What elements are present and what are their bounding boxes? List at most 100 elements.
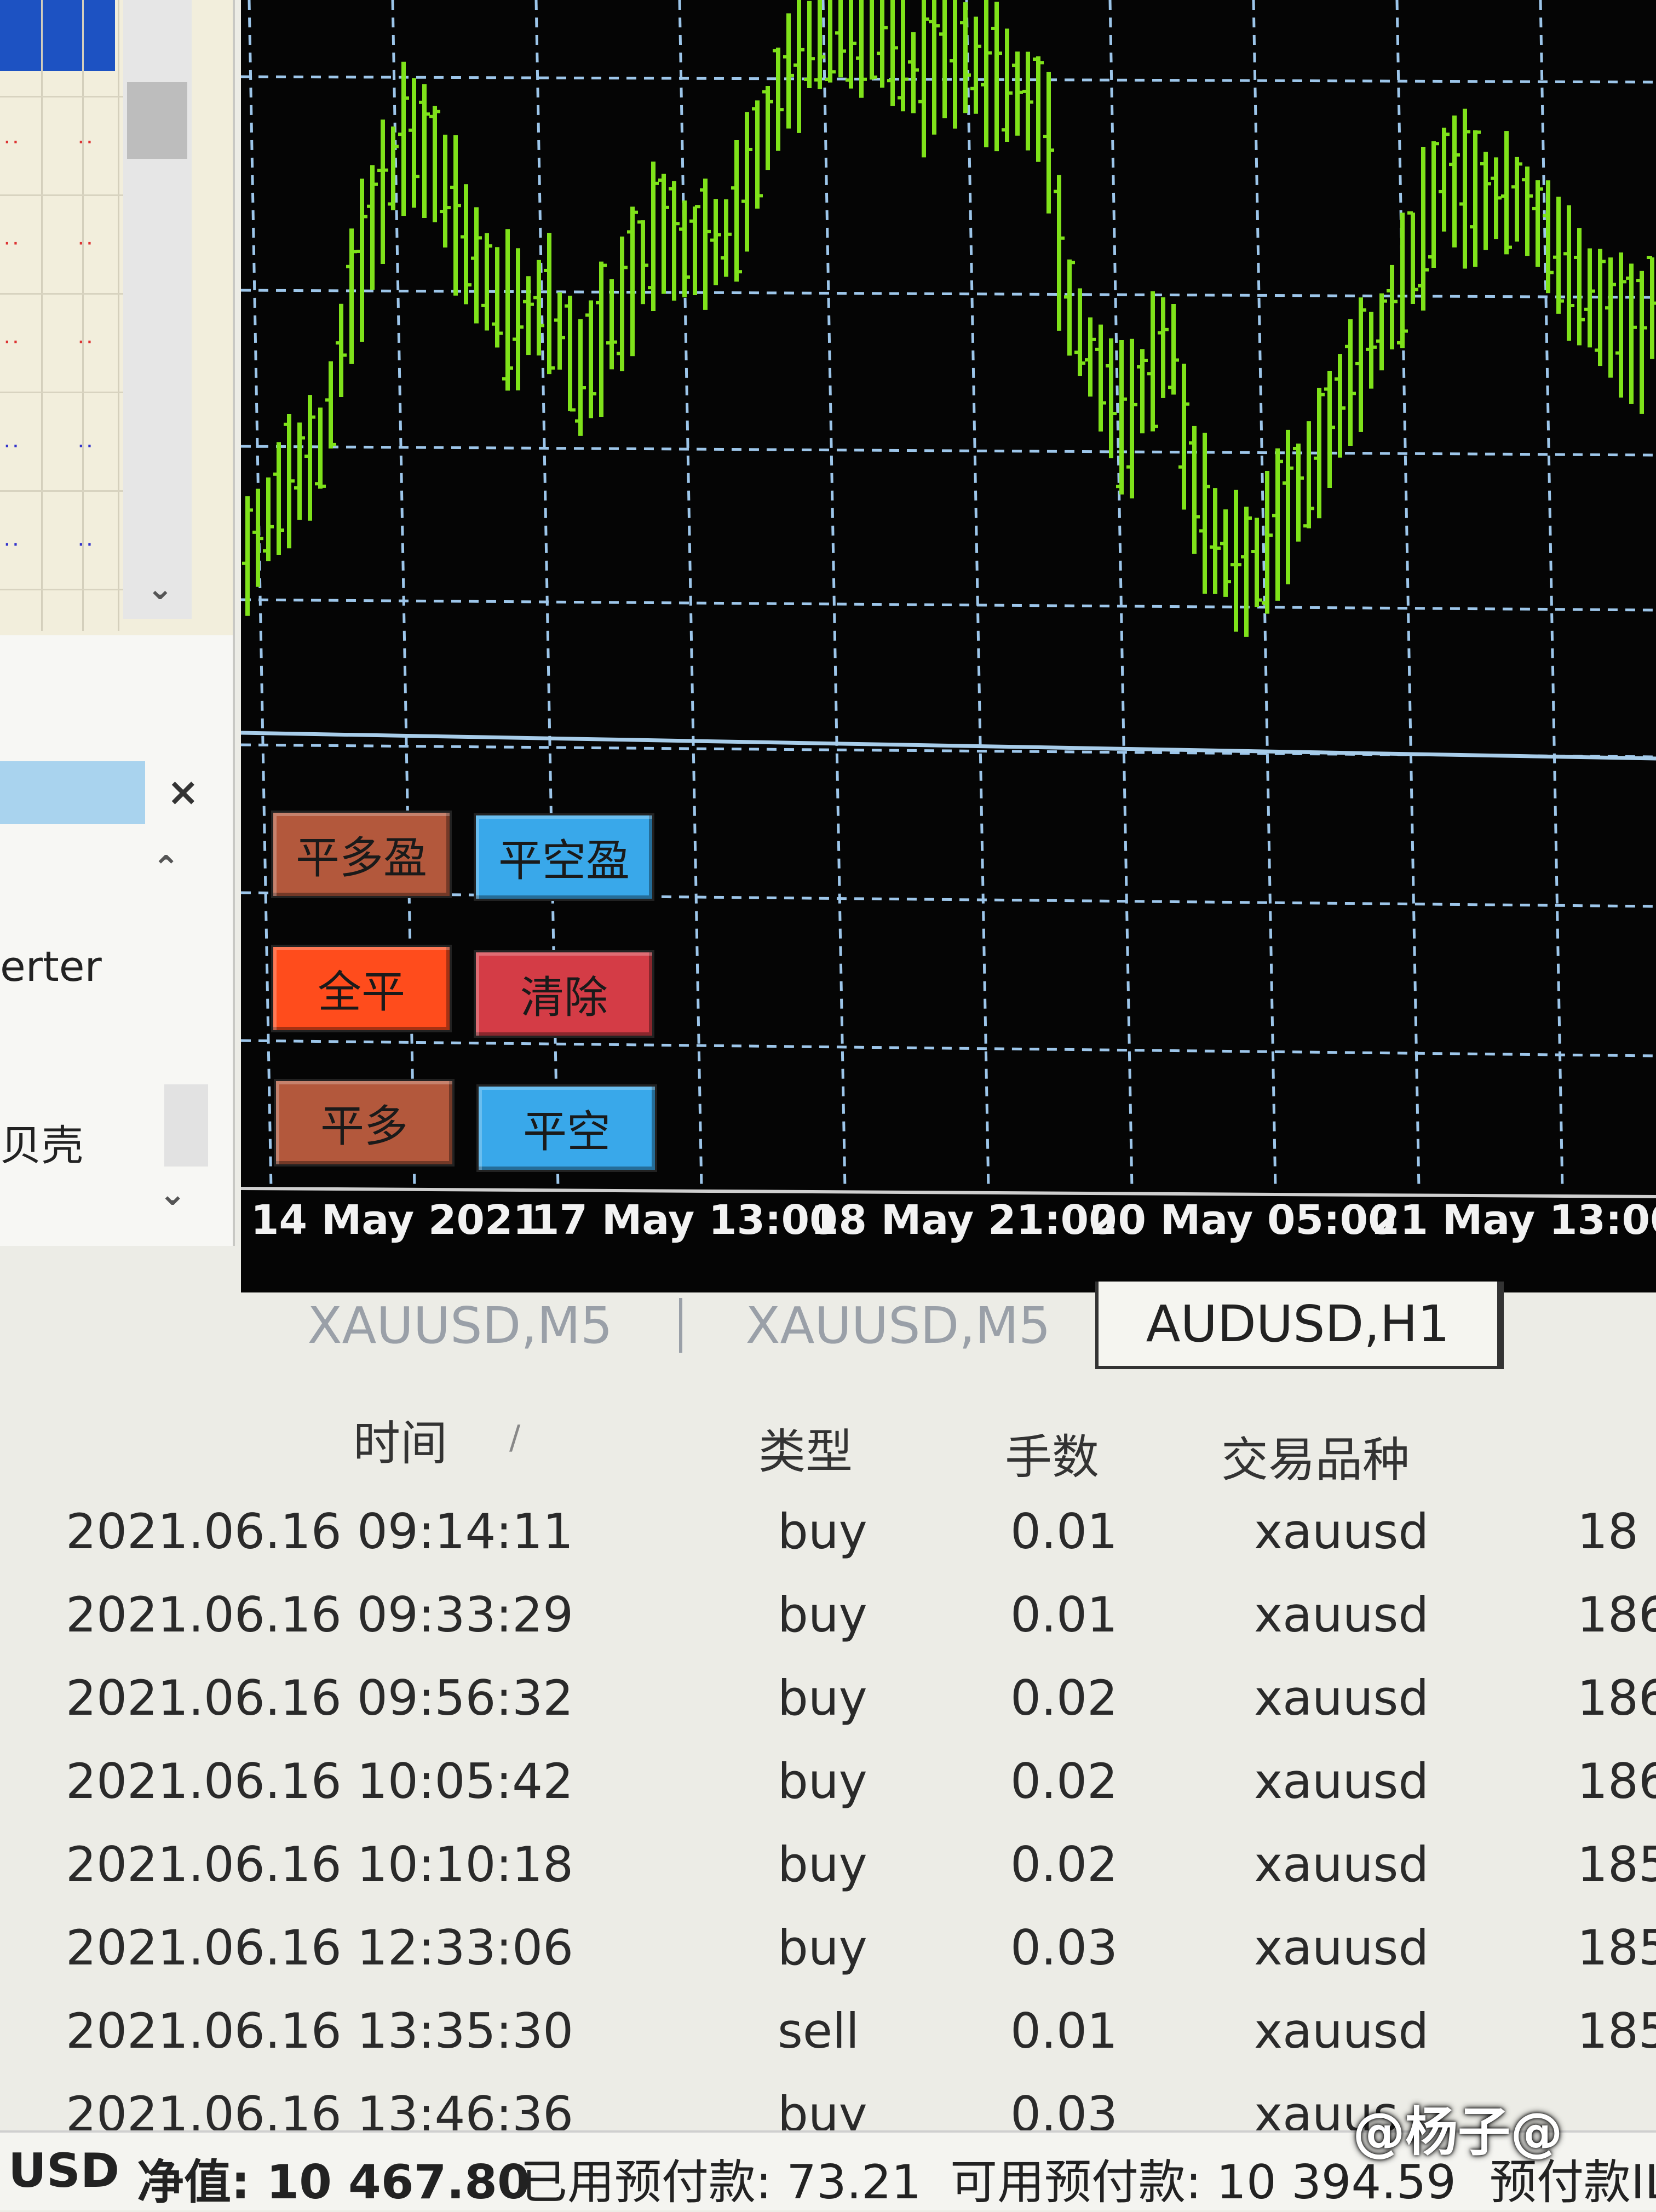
price-bar: [1418, 146, 1429, 311]
price-bar: [1178, 364, 1189, 510]
price-chart[interactable]: 平多盈 平空盈 全平 清除 平多 平空 14 May 2021 17 May 1…: [241, 0, 1656, 1292]
cell-price: 1857: [1577, 2003, 1656, 2059]
price-bar: [1137, 349, 1148, 434]
close-all-button[interactable]: 全平: [271, 945, 452, 1032]
cell-lots: 0.02: [1010, 1836, 1118, 1893]
price-bar: [252, 489, 263, 587]
chevron-down-icon[interactable]: ⌄: [159, 1175, 186, 1213]
table-row[interactable]: 2021.06.16 09:14:11 buy 0.01 xauusd 18: [0, 1503, 1656, 1585]
grid-line-vertical: [1395, 0, 1421, 1189]
price-bar: [689, 205, 700, 295]
price-bar: [1324, 370, 1335, 488]
grid-line-horizontal: [241, 1039, 1656, 1058]
tab-divider: [679, 1298, 682, 1353]
column-header-lots[interactable]: 手数: [1005, 1418, 1099, 1487]
close-short-button[interactable]: 平空: [476, 1084, 657, 1172]
price-bar: [357, 179, 367, 342]
time-axis-label: 18 May 21:00: [810, 1197, 1117, 1244]
price-bar: [1335, 354, 1346, 458]
price-bar: [700, 179, 711, 310]
grid-line-vertical: [248, 0, 273, 1189]
cell-price: 1858: [1577, 1920, 1656, 1976]
chevron-down-icon[interactable]: ⌄: [147, 570, 174, 607]
watermark-text: @杨子@: [1353, 2101, 1563, 2163]
price-bar: [1491, 157, 1502, 239]
table-row[interactable]: 2021.06.16 10:05:42 buy 0.02 xauusd 186: [0, 1753, 1656, 1835]
navigator-item-label[interactable]: erter: [0, 942, 102, 991]
grid-row-line: [0, 392, 123, 393]
price-bar: [502, 229, 513, 391]
price-bar: [1407, 211, 1418, 304]
price-bar: [471, 207, 482, 324]
price-bar: [1439, 128, 1450, 232]
grid-row-line: [0, 96, 123, 97]
tab-xauusd-m5-1[interactable]: XAUUSD,M5: [241, 1282, 679, 1369]
table-row[interactable]: 2021.06.16 12:33:06 buy 0.03 xauusd 1858: [0, 1920, 1656, 2002]
price-cell-marker: ··: [3, 235, 20, 252]
price-bar: [1251, 518, 1262, 607]
price-bar: [1241, 507, 1252, 637]
price-bar: [1595, 249, 1606, 366]
price-bar: [825, 0, 836, 83]
column-header-symbol[interactable]: 交易品种: [1221, 1421, 1410, 1490]
price-bar: [1033, 56, 1044, 162]
time-axis-label: 17 May 13:00: [531, 1197, 838, 1244]
grid-column-line: [41, 0, 43, 631]
navigator-scroll-thumb[interactable]: [164, 1084, 208, 1167]
table-row[interactable]: 2021.06.16 13:35:30 sell 0.01 xauusd 1857: [0, 2003, 1656, 2085]
price-bar: [762, 86, 773, 170]
close-short-profit-button[interactable]: 平空盈: [474, 813, 654, 901]
price-bar: [419, 84, 430, 219]
navigator-item-label[interactable]: 贝壳: [0, 1112, 83, 1172]
price-bar: [1147, 291, 1158, 432]
table-row[interactable]: 2021.06.16 09:56:32 buy 0.02 xauusd 186: [0, 1670, 1656, 1752]
clear-button[interactable]: 清除: [474, 950, 654, 1038]
tab-xauusd-m5-2[interactable]: XAUUSD,M5: [690, 1282, 1106, 1369]
price-bar: [1126, 338, 1137, 499]
price-bar: [273, 442, 284, 555]
price-bar: [554, 292, 565, 370]
market-watch-scroll-thumb[interactable]: [127, 82, 187, 159]
grid-row-line: [0, 194, 123, 196]
cell-symbol: xauusd: [1254, 2003, 1429, 2059]
price-bar: [1605, 257, 1616, 378]
price-bar: [835, 0, 846, 78]
price-bar: [679, 200, 690, 297]
tab-audusd-h1[interactable]: AUDUSD,H1: [1095, 1282, 1500, 1369]
time-axis-line: [241, 1187, 1656, 1198]
price-bar: [898, 0, 909, 112]
table-row[interactable]: 2021.06.16 10:10:18 buy 0.02 xauusd 1858: [0, 1836, 1656, 1918]
price-bar: [242, 496, 253, 616]
time-axis-label: 14 May 2021: [251, 1197, 541, 1244]
time-axis-label: 20 May 05:00: [1090, 1197, 1396, 1244]
price-bar: [513, 248, 524, 390]
cell-lots: 0.03: [1010, 1920, 1118, 1976]
column-header-type[interactable]: 类型: [758, 1413, 853, 1481]
price-bar: [336, 303, 347, 398]
price-cell-marker: ··: [77, 235, 94, 252]
price-bar: [1647, 256, 1656, 359]
price-bar: [1397, 212, 1408, 348]
close-icon[interactable]: ×: [167, 769, 199, 814]
chevron-up-icon[interactable]: ⌃: [152, 849, 180, 887]
price-bar: [981, 0, 992, 148]
price-bar: [1501, 131, 1512, 255]
price-bar: [1116, 340, 1127, 495]
price-bar: [887, 0, 898, 106]
table-row[interactable]: 2021.06.16 09:33:29 buy 0.01 xauusd 186: [0, 1587, 1656, 1669]
grid-line-horizontal: [241, 289, 1656, 299]
cell-type: buy: [778, 1503, 867, 1560]
sort-icon[interactable]: ∕: [509, 1418, 520, 1457]
price-bar: [710, 199, 721, 285]
column-header-time[interactable]: 时间: [353, 1405, 447, 1473]
close-long-profit-button[interactable]: 平多盈: [271, 811, 452, 898]
price-bar: [565, 295, 576, 412]
price-bar: [1459, 108, 1470, 269]
price-cell-marker: ··: [77, 334, 94, 351]
price-bar: [1210, 488, 1221, 594]
trade-table: 时间 ∕ 类型 手数 交易品种 2021.06.16 09:14:11 buy 0.…: [0, 1380, 1656, 2142]
time-axis-label: 21 May 13:00: [1372, 1197, 1656, 1244]
price-bar: [1428, 141, 1439, 268]
close-long-button[interactable]: 平多: [274, 1079, 455, 1167]
cell-symbol: xauusd: [1254, 1587, 1429, 1643]
